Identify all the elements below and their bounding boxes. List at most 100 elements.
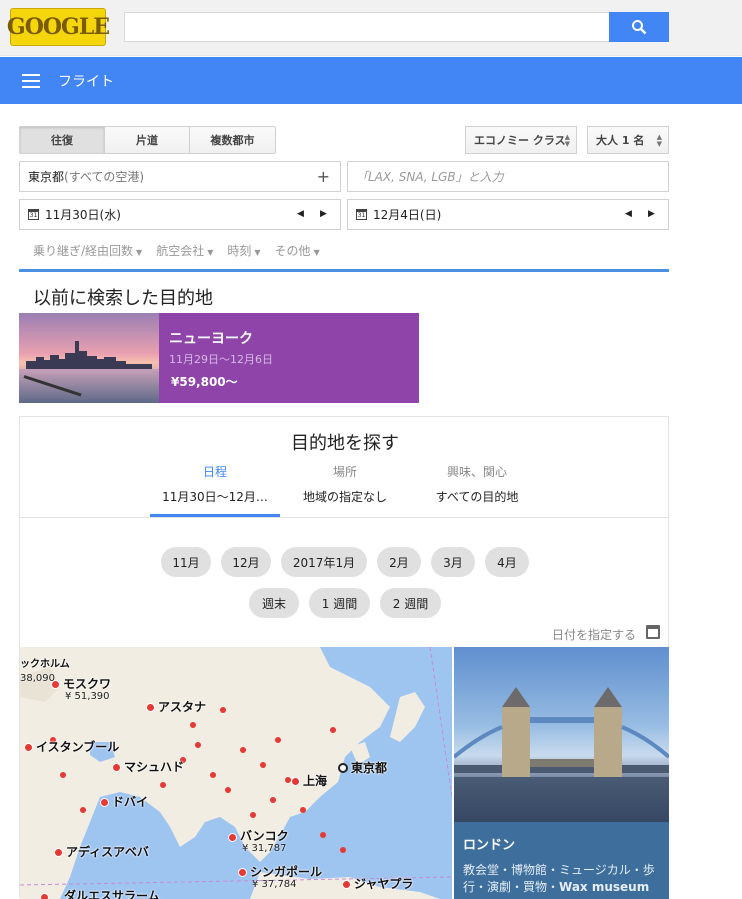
map-marker[interactable] <box>24 743 33 752</box>
map-price: ¥ 51,390 <box>65 691 110 702</box>
duration-chip[interactable]: 週末 <box>249 588 299 618</box>
map-marker[interactable] <box>342 880 351 889</box>
map-marker[interactable] <box>146 703 155 712</box>
featured-tags-bold: Wax museum <box>559 880 650 894</box>
prev-date-icon[interactable]: ◀ <box>297 209 304 219</box>
divider <box>20 517 668 518</box>
month-chip[interactable]: 2月 <box>377 547 421 577</box>
filter-label: その他 <box>274 244 311 258</box>
month-chip[interactable]: 3月 <box>431 547 475 577</box>
calendar-icon: 31 <box>356 209 367 220</box>
filter-airlines[interactable]: 航空会社 ▼ <box>156 242 213 259</box>
search-icon <box>632 20 647 35</box>
dropdown-arrow-icon: ▼ <box>254 248 261 257</box>
destination-placeholder: 「LAX, SNA, LGB」と入力 <box>356 170 504 184</box>
map-marker[interactable] <box>54 848 63 857</box>
featured-city-name: ロンドン <box>463 838 516 853</box>
map-label: ドバイ <box>112 795 149 809</box>
specify-date-link[interactable]: 日付を指定する <box>552 626 636 643</box>
add-origin-icon[interactable]: + <box>317 167 330 186</box>
recent-destination-card[interactable]: ニューヨーク 11月29日〜12月6日 ¥59,800〜 <box>19 313 419 403</box>
dropdown-arrow-icon: ▼ <box>207 248 214 257</box>
tab-label: 日程 <box>202 465 227 479</box>
calendar-icon[interactable] <box>646 625 660 639</box>
tower-bridge-image <box>454 647 669 822</box>
explore-title: 目的地を探す <box>291 433 399 454</box>
tab-location[interactable]: 場所 地域の指定なし <box>280 463 410 505</box>
tab-value: すべての目的地 <box>435 490 519 504</box>
menu-icon[interactable] <box>22 74 40 88</box>
next-date-icon[interactable]: ▶ <box>648 209 655 219</box>
map-price: ¥ 37,784 <box>252 879 297 890</box>
dropdown-arrow-icon: ▼ <box>136 248 143 257</box>
destination-field[interactable]: 「LAX, SNA, LGB」と入力 <box>347 161 669 192</box>
filter-label: 時刻 <box>227 244 252 258</box>
trip-type-multicity[interactable]: 複数都市 <box>190 127 275 153</box>
updown-arrow-icon: ▲ ▼ <box>564 133 570 148</box>
origin-marker[interactable] <box>338 763 348 773</box>
trip-type-selector: 往復 片道 複数都市 <box>19 126 276 154</box>
map-label: ジャヤプラ <box>354 877 414 891</box>
new-york-skyline-image <box>19 313 159 403</box>
return-date: 12月4日(日) <box>373 208 442 222</box>
map-label: イスタンブール <box>36 740 120 754</box>
search-input[interactable] <box>124 12 610 42</box>
search-button[interactable] <box>609 12 669 42</box>
filter-label: 乗り継ぎ/経由回数 <box>33 244 134 258</box>
cabin-class-select[interactable]: エコノミー クラス ▲ ▼ <box>465 126 577 154</box>
dropdown-arrow-icon: ▼ <box>313 248 320 257</box>
origin-field[interactable]: 東京都 (すべての空港) + <box>19 161 341 192</box>
map-label: バンコク <box>240 829 289 843</box>
map-marker[interactable] <box>51 680 60 689</box>
featured-destination-card[interactable]: ロンドン 教会堂・博物館・ミュージカル・歩行・演劇・買物・Wax museum <box>454 647 669 899</box>
filter-stops[interactable]: 乗り継ぎ/経由回数 ▼ <box>33 242 142 259</box>
tab-interests[interactable]: 興味、関心 すべての目的地 <box>412 463 542 505</box>
filter-label: 航空会社 <box>156 244 205 258</box>
duration-chip[interactable]: 2 週間 <box>380 588 441 618</box>
map-label: アディスアベバ <box>66 845 149 859</box>
month-chip[interactable]: 4月 <box>485 547 529 577</box>
next-date-icon[interactable]: ▶ <box>320 209 327 219</box>
month-chip[interactable]: 11月 <box>161 547 211 577</box>
map-marker[interactable] <box>112 763 121 772</box>
origin-city: 東京都 <box>28 170 65 184</box>
map-label: モスクワ <box>63 677 112 691</box>
map-label: マシュハド <box>124 760 185 774</box>
filter-bar: 乗り継ぎ/経由回数 ▼ 航空会社 ▼ 時刻 ▼ その他 ▼ <box>33 242 320 259</box>
month-chip[interactable]: 12月 <box>221 547 271 577</box>
return-date-field[interactable]: 31 12月4日(日) ◀ ▶ <box>347 199 669 230</box>
tab-dates[interactable]: 日程 11月30日〜12月… <box>150 463 280 505</box>
map-marker[interactable] <box>291 777 300 786</box>
recent-dates: 11月29日〜12月6日 <box>169 353 273 366</box>
map-marker[interactable] <box>238 868 247 877</box>
featured-tags: 教会堂・博物館・ミュージカル・歩行・演劇・買物・Wax museum <box>463 862 663 896</box>
map-label: 上海 <box>303 774 328 788</box>
passengers-select[interactable]: 大人 1 名 ▲ ▼ <box>587 126 669 154</box>
map-marker[interactable] <box>100 798 109 807</box>
destination-map[interactable]: ックホルム 38,090 モスクワ ¥ 51,390 アスタナ イスタンブール … <box>20 647 452 899</box>
trip-type-roundtrip[interactable]: 往復 <box>20 127 105 153</box>
google-logo[interactable]: GOOGLE <box>7 8 110 46</box>
duration-chip[interactable]: 1 週間 <box>309 588 370 618</box>
trip-type-oneway[interactable]: 片道 <box>105 127 190 153</box>
map-marker[interactable] <box>228 833 237 842</box>
map-label: シンガポール <box>250 865 323 879</box>
map-marker[interactable] <box>40 893 49 899</box>
depart-date-field[interactable]: 31 11月30日(水) ◀ ▶ <box>19 199 341 230</box>
recent-city-name: ニューヨーク <box>169 331 253 347</box>
map-label: アスタナ <box>158 700 207 714</box>
tab-label: 興味、関心 <box>446 465 507 479</box>
filter-times[interactable]: 時刻 ▼ <box>227 242 260 259</box>
divider <box>19 269 669 272</box>
map-label: ックホルム <box>20 659 70 670</box>
map-price: 38,090 <box>20 673 55 684</box>
prev-date-icon[interactable]: ◀ <box>625 209 632 219</box>
passengers-label: 大人 1 名 <box>596 134 645 147</box>
month-chip[interactable]: 2017年1月 <box>281 547 367 577</box>
cabin-class-label: エコノミー クラス <box>474 134 566 147</box>
map-label: ダルエスサラーム <box>64 889 160 899</box>
filter-more[interactable]: その他 ▼ <box>275 242 320 259</box>
app-bar: フライト <box>0 57 742 104</box>
page-title: フライト <box>58 74 114 90</box>
tab-value: 地域の指定なし <box>302 490 387 504</box>
